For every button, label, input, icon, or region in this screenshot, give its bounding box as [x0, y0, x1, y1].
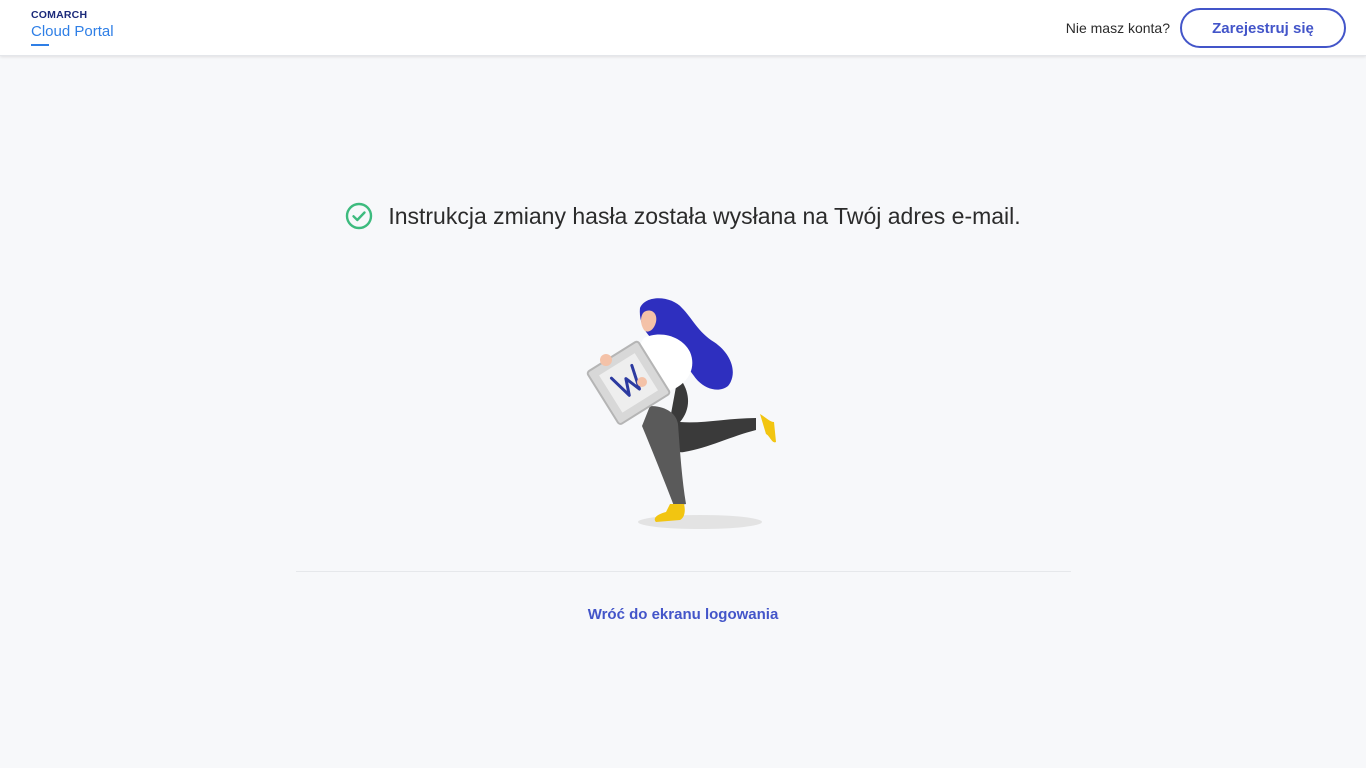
logo-company-name: COMARCH: [31, 9, 88, 21]
no-account-text: Nie masz konta?: [1065, 20, 1170, 36]
logo-product-name: Cloud Portal: [31, 23, 114, 40]
content-divider: [296, 571, 1071, 572]
header-account-area: Nie masz konta? Zarejestruj się: [1066, 8, 1346, 48]
back-to-login-link[interactable]: Wróć do ekranu logowania: [0, 605, 1366, 625]
woman-carrying-envelope-illustration: [580, 290, 790, 535]
success-message: Instrukcja zmiany hasła została wysłana …: [0, 200, 1366, 232]
logo-underline: [31, 44, 49, 46]
top-header: COMARCH Cloud Portal Nie masz konta? Zar…: [0, 0, 1366, 56]
comarch-cloud-portal-logo[interactable]: COMARCH Cloud Portal: [31, 9, 114, 46]
register-button[interactable]: Zarejestruj się: [1180, 8, 1346, 48]
check-circle-icon: [345, 202, 373, 230]
success-message-text: Instrukcja zmiany hasła została wysłana …: [388, 203, 1021, 229]
